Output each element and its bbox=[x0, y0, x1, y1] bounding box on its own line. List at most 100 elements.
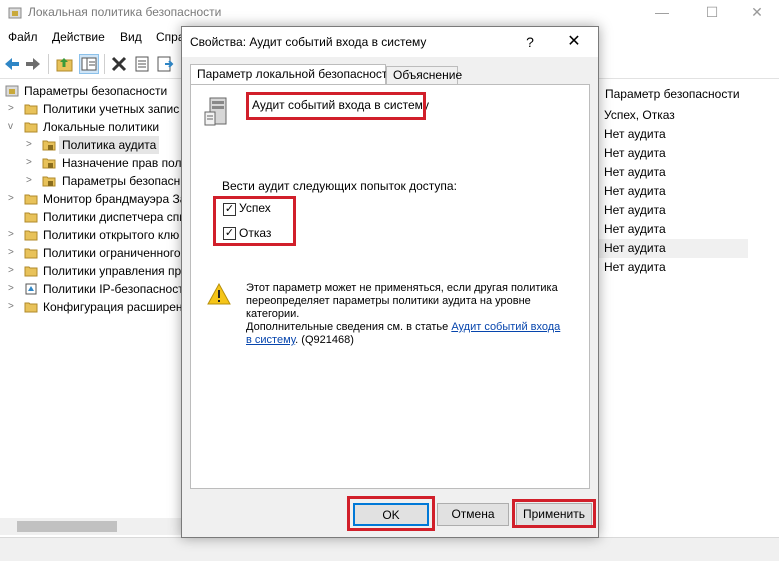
tree-item-label: Монитор брандмауэра За bbox=[43, 192, 183, 206]
chevron-right-icon[interactable]: > bbox=[8, 226, 18, 244]
folder-open-icon bbox=[24, 122, 38, 133]
chevron-right-icon[interactable]: > bbox=[26, 136, 36, 154]
tree-item-label: Политики открытого клю bbox=[43, 228, 180, 242]
back-arrow-icon[interactable] bbox=[3, 55, 21, 73]
status-bar bbox=[0, 537, 779, 561]
folder-icon bbox=[24, 194, 38, 205]
warning-text: Этот параметр может не применяться, если… bbox=[246, 282, 558, 294]
tree-item-label: Параметры безопасн bbox=[62, 174, 181, 188]
chevron-down-icon[interactable]: v bbox=[8, 118, 18, 136]
tree-item-audit-policy[interactable]: > Политика аудита bbox=[0, 136, 183, 154]
folder-lock-icon bbox=[42, 140, 56, 151]
list-item-setting[interactable]: Успех, Отказ bbox=[598, 106, 748, 125]
warning-icon bbox=[207, 283, 231, 305]
help-button[interactable]: ? bbox=[518, 30, 542, 54]
list-item-setting[interactable]: Нет аудита bbox=[598, 258, 748, 277]
list-item-setting[interactable]: Нет аудита bbox=[598, 163, 748, 182]
highlight-box bbox=[347, 496, 435, 531]
tree-item-advanced-audit[interactable]: > Конфигурация расширен bbox=[0, 298, 183, 316]
warning-text: переопределяет параметры политики аудита… bbox=[246, 295, 531, 307]
list-item-setting[interactable]: Нет аудита bbox=[598, 144, 748, 163]
chevron-right-icon[interactable]: > bbox=[8, 244, 18, 262]
up-folder-icon[interactable] bbox=[56, 55, 74, 73]
tree-item-security-settings[interactable]: Параметры безопасности bbox=[0, 82, 183, 100]
toolbar-separator bbox=[48, 54, 49, 74]
kb-reference: . (Q921468) bbox=[295, 334, 354, 346]
audit-attempts-label: Вести аудит следующих попыток доступа: bbox=[222, 179, 457, 193]
chevron-right-icon[interactable]: > bbox=[8, 280, 18, 298]
list-item-setting[interactable]: Нет аудита bbox=[598, 125, 748, 144]
column-header-security-setting[interactable]: Параметр безопасности bbox=[598, 84, 748, 104]
tree-item-ip-security-policies[interactable]: > Политики IP-безопасност bbox=[0, 280, 183, 298]
tree-item-label: Политики управления пр bbox=[43, 264, 182, 278]
tree-item-firewall-monitor[interactable]: > Монитор брандмауэра За bbox=[0, 190, 183, 208]
tree-item-security-options[interactable]: > Параметры безопасн bbox=[0, 172, 183, 190]
menu-view[interactable]: Вид bbox=[120, 30, 142, 44]
toolbar-separator bbox=[104, 54, 105, 74]
tab-local-security-setting[interactable]: Параметр локальной безопасности bbox=[190, 64, 394, 85]
tree-item-label: Параметры безопасности bbox=[24, 84, 168, 98]
chevron-right-icon[interactable]: > bbox=[26, 154, 36, 172]
tree-item-label: Политики ограниченного bbox=[43, 246, 181, 260]
help-article-link[interactable]: Аудит событий входа bbox=[451, 321, 560, 333]
forward-arrow-icon[interactable] bbox=[24, 55, 42, 73]
export-list-icon[interactable] bbox=[156, 55, 174, 73]
tab-explain[interactable]: Объяснение bbox=[386, 66, 462, 84]
highlight-box bbox=[512, 499, 596, 528]
tree-item-label: Локальные политики bbox=[43, 120, 160, 134]
app-title: Локальная политика безопасности bbox=[28, 5, 222, 19]
tree-item-label: Назначение прав поли bbox=[62, 156, 183, 170]
tree-item-label: Политики учетных запис bbox=[43, 102, 180, 116]
tree-item-app-control-policies[interactable]: > Политики управления пр bbox=[0, 262, 183, 280]
security-policy-icon bbox=[8, 7, 22, 19]
highlight-box bbox=[213, 196, 296, 246]
tree-item-label: Политика аудита bbox=[59, 136, 160, 154]
delete-icon[interactable] bbox=[110, 55, 128, 73]
chevron-right-icon[interactable]: > bbox=[8, 190, 18, 208]
folder-icon bbox=[24, 104, 38, 115]
folder-lock-icon bbox=[42, 176, 56, 187]
show-hide-tree-icon[interactable] bbox=[79, 54, 99, 74]
chevron-right-icon[interactable]: > bbox=[26, 172, 36, 190]
help-article-link[interactable]: в систему bbox=[246, 334, 295, 346]
tree-item-label: Конфигурация расширен bbox=[43, 300, 183, 314]
list-item-setting[interactable]: Нет аудита bbox=[598, 220, 748, 239]
highlight-box bbox=[246, 92, 426, 120]
minimize-button[interactable]: — bbox=[640, 0, 684, 26]
folder-icon bbox=[24, 212, 38, 223]
folder-icon bbox=[24, 248, 38, 259]
server-policy-icon bbox=[204, 97, 227, 126]
list-item-setting[interactable]: Нет аудита bbox=[598, 201, 748, 220]
scrollbar-thumb[interactable] bbox=[17, 521, 117, 532]
folder-icon bbox=[24, 230, 38, 241]
warning-text: категории. bbox=[246, 308, 300, 320]
list-item-setting[interactable]: Нет аудита bbox=[598, 182, 748, 201]
maximize-button[interactable]: ☐ bbox=[690, 0, 734, 26]
warning-text: в систему. (Q921468) bbox=[246, 334, 354, 346]
security-settings-icon bbox=[5, 85, 19, 97]
tree-item-user-rights[interactable]: > Назначение прав поли bbox=[0, 154, 183, 172]
chevron-right-icon[interactable]: > bbox=[8, 298, 18, 316]
tree-item-public-key-policies[interactable]: > Политики открытого клю bbox=[0, 226, 183, 244]
cancel-button[interactable]: Отмена bbox=[437, 503, 509, 526]
menu-action[interactable]: Действие bbox=[52, 30, 105, 44]
dialog-title: Свойства: Аудит событий входа в систему bbox=[190, 35, 427, 49]
warning-text-prefix: Дополнительные сведения см. в статье bbox=[246, 321, 452, 333]
chevron-right-icon[interactable]: > bbox=[8, 100, 18, 118]
close-window-button[interactable]: ✕ bbox=[735, 0, 779, 26]
menu-file[interactable]: Файл bbox=[8, 30, 38, 44]
tree-item-label: Политики диспетчера спи bbox=[43, 210, 183, 224]
tree-item-label: Политики IP-безопасност bbox=[43, 282, 183, 296]
folder-lock-icon bbox=[42, 158, 56, 169]
tree-item-list-manager-policies[interactable]: Политики диспетчера спи bbox=[0, 208, 183, 226]
tree-item-local-policies[interactable]: v Локальные политики bbox=[0, 118, 183, 136]
properties-icon[interactable] bbox=[133, 55, 151, 73]
chevron-right-icon[interactable]: > bbox=[8, 262, 18, 280]
list-item-setting-selected[interactable]: Нет аудита bbox=[598, 239, 748, 258]
tree-item-account-policies[interactable]: > Политики учетных запис bbox=[0, 100, 183, 118]
navigation-tree: Параметры безопасности > Политики учетны… bbox=[0, 80, 183, 520]
ip-security-icon bbox=[25, 283, 37, 295]
tree-item-restriction-policies[interactable]: > Политики ограниченного bbox=[0, 244, 183, 262]
folder-icon bbox=[24, 266, 38, 277]
close-icon[interactable]: ✕ bbox=[562, 30, 586, 54]
